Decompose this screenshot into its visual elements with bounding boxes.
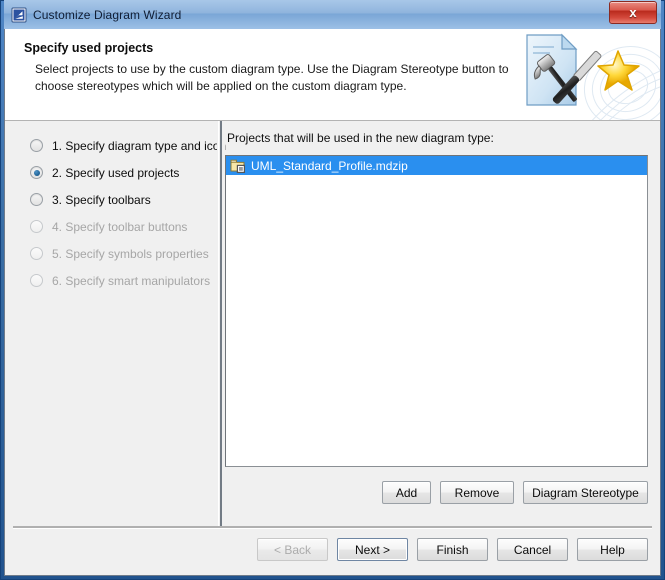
step-radio-3[interactable] xyxy=(30,193,43,206)
back-button: < Back xyxy=(257,538,328,561)
projects-listbox[interactable]: UML_Standard_Profile.mdzip xyxy=(225,155,648,467)
projects-list-caption: Projects that will be used in the new di… xyxy=(227,131,494,145)
step-radio-6 xyxy=(30,274,43,287)
title-bar[interactable]: Customize Diagram Wizard x xyxy=(4,0,661,29)
step-radio-5 xyxy=(30,247,43,260)
step-item-5: 5. Specify symbols properties xyxy=(5,240,217,267)
dialog-window: Customize Diagram Wizard x Specify used … xyxy=(0,0,665,580)
step-label-5: 5. Specify symbols properties xyxy=(52,246,209,261)
step-radio-1[interactable] xyxy=(30,139,43,152)
next-button[interactable]: Next > xyxy=(337,538,408,561)
finish-button[interactable]: Finish xyxy=(417,538,488,561)
help-button[interactable]: Help xyxy=(577,538,648,561)
projects-action-buttons: Add Remove Diagram Stereotype xyxy=(382,481,648,504)
dialog-footer: < Back Next > Finish Cancel Help xyxy=(5,526,660,575)
step-label-4: 4. Specify toolbar buttons xyxy=(52,219,188,234)
page-title: Specify used projects xyxy=(24,41,154,55)
close-icon: x xyxy=(629,5,637,20)
close-button[interactable]: x xyxy=(609,1,657,24)
step-item-2[interactable]: 2. Specify used projects xyxy=(5,159,217,186)
list-item[interactable]: UML_Standard_Profile.mdzip xyxy=(226,156,647,175)
step-label-2: 2. Specify used projects xyxy=(52,165,180,180)
wizard-header-banner: Specify used projects Select projects to… xyxy=(5,29,660,121)
wizard-body: 1. Specify diagram type and icon 2. Spec… xyxy=(5,121,660,526)
content-panel: Projects that will be used in the new di… xyxy=(225,121,660,526)
step-item-4: 4. Specify toolbar buttons xyxy=(5,213,217,240)
diagram-stereotype-button[interactable]: Diagram Stereotype xyxy=(523,481,648,504)
cancel-button[interactable]: Cancel xyxy=(497,538,568,561)
step-item-6: 6. Specify smart manipulators xyxy=(5,267,217,294)
remove-button[interactable]: Remove xyxy=(440,481,514,504)
panel-divider xyxy=(217,121,225,526)
step-label-3: 3. Specify toolbars xyxy=(52,192,151,207)
step-radio-4 xyxy=(30,220,43,233)
page-description: Select projects to use by the custom dia… xyxy=(35,62,509,93)
wizard-navigation-buttons: < Back Next > Finish Cancel Help xyxy=(257,538,648,561)
step-radio-2[interactable] xyxy=(30,166,43,179)
magicdraw-icon xyxy=(11,7,27,23)
step-label-1: 1. Specify diagram type and icon xyxy=(52,138,227,153)
step-label-6: 6. Specify smart manipulators xyxy=(52,273,211,288)
wizard-steps-list: 1. Specify diagram type and icon 2. Spec… xyxy=(5,121,226,526)
window-title: Customize Diagram Wizard xyxy=(33,7,182,22)
step-item-3[interactable]: 3. Specify toolbars xyxy=(5,186,217,213)
add-button[interactable]: Add xyxy=(382,481,431,504)
dialog-client-area: Specify used projects Select projects to… xyxy=(4,29,661,576)
list-item-label: UML_Standard_Profile.mdzip xyxy=(251,158,408,173)
document-hammer-star-icon xyxy=(510,29,660,120)
project-package-icon xyxy=(230,158,246,174)
step-item-1[interactable]: 1. Specify diagram type and icon xyxy=(5,132,226,159)
footer-separator xyxy=(13,526,652,529)
